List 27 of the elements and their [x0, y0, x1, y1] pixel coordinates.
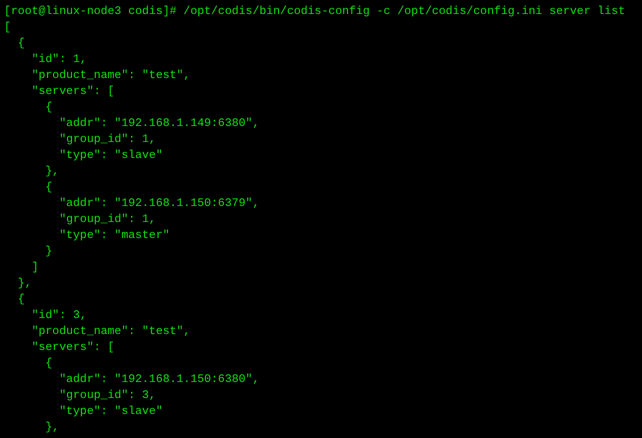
terminal-line: "group_id": 1, [58, 132, 156, 148]
terminal-line: [root@linux-node3 codis]# /opt/codis/bin/codis-config -c /opt/codis/config.ini server list [4, 4, 626, 20]
terminal-line: { [44, 356, 52, 372]
terminal-line: { [16, 36, 25, 52]
terminal-line: "type": "slave" [58, 148, 163, 164]
terminal-line: }, [16, 276, 32, 292]
terminal-line: "group_id": 3, [58, 388, 156, 404]
terminal-line: { [44, 180, 52, 196]
terminal-line: }, [44, 420, 60, 436]
terminal-line: "id": 1, [30, 52, 87, 68]
terminal-line: [ [4, 20, 11, 36]
terminal-line: { [44, 100, 52, 116]
terminal-line: "addr": "192.168.1.150:6380", [58, 372, 260, 388]
terminal-line: { [16, 292, 25, 308]
terminal-line: "product_name": "test", [30, 68, 190, 84]
terminal-line: "id": 3, [30, 308, 87, 324]
terminal-line: "servers": [ [30, 340, 114, 356]
terminal-line: "group_id": 1, [58, 212, 156, 228]
terminal-line: "addr": "192.168.1.149:6380", [58, 116, 260, 132]
terminal-line: }, [44, 164, 60, 180]
terminal-line: "product_name": "test", [30, 324, 190, 340]
terminal-line: } [44, 244, 52, 260]
terminal-line: ] [30, 260, 39, 276]
terminal-line: "addr": "192.168.1.150:6379", [58, 196, 260, 212]
terminal-line: "type": "master" [58, 228, 170, 244]
terminal-line: "type": "slave" [58, 404, 163, 420]
terminal-line: "servers": [ [30, 84, 114, 100]
